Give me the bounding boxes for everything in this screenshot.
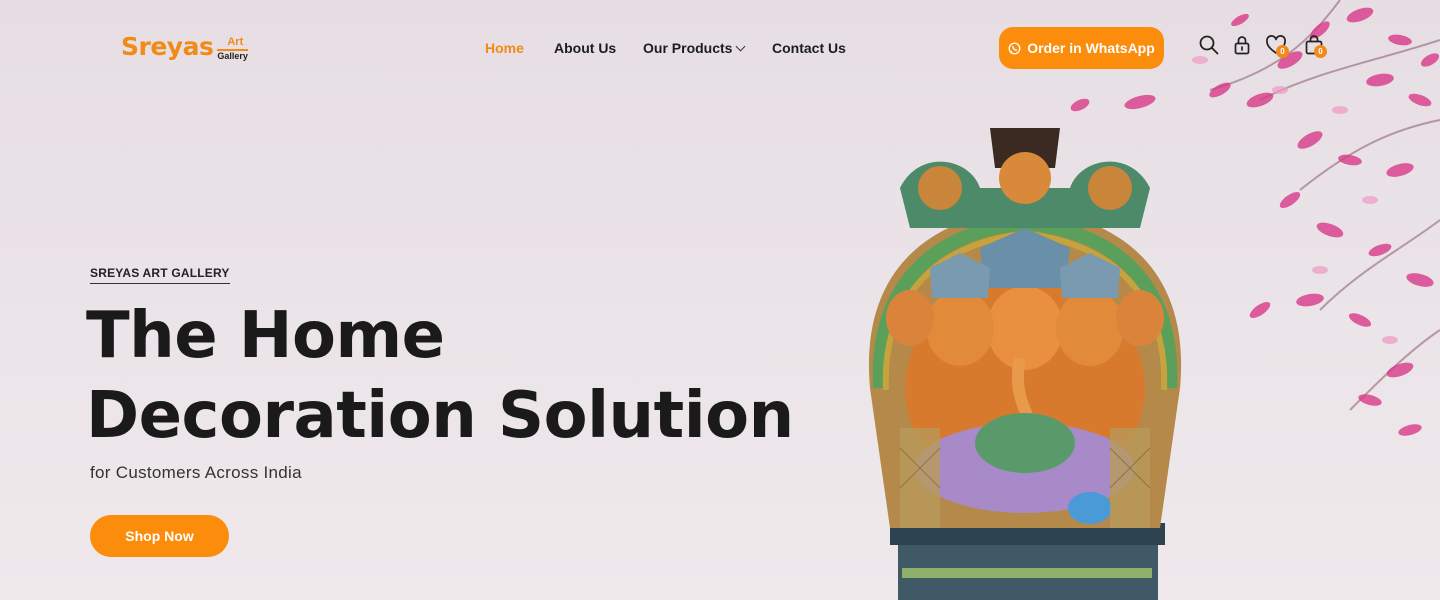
search-icon[interactable]: [1198, 34, 1220, 56]
nav-item-our-products-label: Our Products: [643, 40, 733, 56]
lock-icon[interactable]: [1231, 34, 1253, 56]
logo-wordmark: Sreyas: [121, 32, 214, 61]
cart-count-badge: 0: [1314, 45, 1327, 58]
hero-title-line-1: The Home: [86, 299, 445, 373]
whatsapp-icon: [1008, 42, 1021, 54]
chevron-down-icon: [736, 41, 746, 51]
logo-gallery-text: Gallery: [217, 51, 248, 61]
order-whatsapp-label: Order in WhatsApp: [1027, 40, 1155, 56]
nav-item-home[interactable]: Home: [485, 38, 524, 58]
nav-item-our-products[interactable]: Our Products: [643, 38, 746, 58]
hero-kicker: SREYAS ART GALLERY: [90, 266, 230, 284]
wishlist-count-badge: 0: [1276, 45, 1289, 58]
logo-art-text: Art: [217, 37, 248, 51]
nav-item-about-us[interactable]: About Us: [554, 38, 616, 58]
ganesha-statue-image: [868, 128, 1182, 600]
hero-title-line-2: Decoration Solution: [86, 379, 794, 453]
logo-subtitle: Art Gallery: [217, 37, 248, 62]
site-logo[interactable]: Sreyas Art Gallery: [121, 32, 248, 62]
shop-now-button[interactable]: Shop Now: [90, 515, 229, 557]
hero-subtitle: for Customers Across India: [90, 463, 302, 482]
nav-item-contact-us[interactable]: Contact Us: [772, 38, 846, 58]
order-whatsapp-button[interactable]: Order in WhatsApp: [999, 27, 1164, 69]
hero-title: The Home Decoration Solution: [86, 296, 794, 456]
